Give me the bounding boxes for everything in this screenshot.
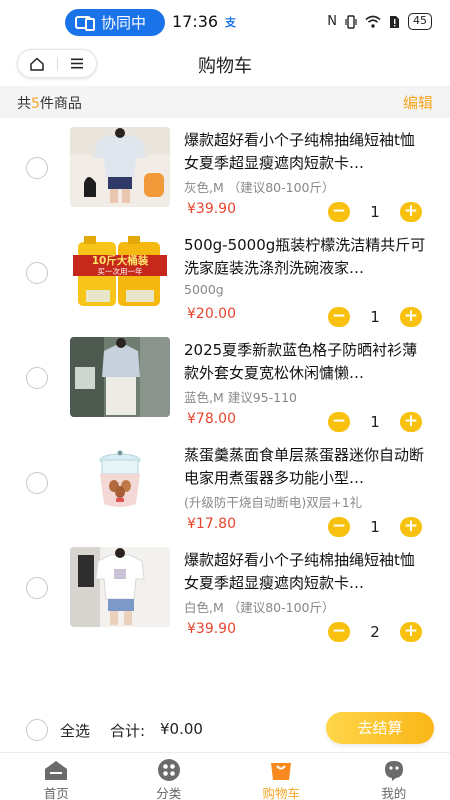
product-price: ¥17.80 xyxy=(187,516,236,532)
cart-item: 2025夏季新款蓝色格子防晒衬衫薄款外套女夏宽松休闲慵懒… 蓝色,M 建议95-… xyxy=(0,337,450,441)
quantity-value: 1 xyxy=(370,308,380,326)
sim-alert-icon xyxy=(390,15,399,28)
status-bar: 协同中 17:36 支 N 45 xyxy=(0,0,450,44)
nfc-icon: N xyxy=(327,14,337,29)
product-title[interactable]: 爆款超好看小个子纯棉抽绳短袖t恤女夏季超显瘦遮肉短款卡… xyxy=(184,129,429,175)
cart-icon xyxy=(271,763,292,780)
decrease-quantity-button[interactable]: − xyxy=(328,307,350,327)
decrease-quantity-button[interactable]: − xyxy=(328,202,350,222)
item-select-radio[interactable] xyxy=(26,577,48,599)
item-count-suffix: 件商品 xyxy=(39,96,82,112)
increase-quantity-button[interactable]: + xyxy=(400,622,422,642)
tab-label: 首页 xyxy=(43,786,69,800)
product-spec: 蓝色,M 建议95-110 xyxy=(184,390,298,405)
home-icon xyxy=(45,761,68,780)
product-image[interactable] xyxy=(70,337,170,417)
profile-icon xyxy=(384,761,403,781)
product-title[interactable]: 2025夏季新款蓝色格子防晒衬衫薄款外套女夏宽松休闲慵懒… xyxy=(184,339,429,385)
promo-banner-sub: 买一次用一年 xyxy=(97,267,143,276)
item-select-radio[interactable] xyxy=(26,367,48,389)
decrease-quantity-button[interactable]: − xyxy=(328,622,350,642)
product-price: ¥20.00 xyxy=(187,306,236,322)
item-select-radio[interactable] xyxy=(26,262,48,284)
product-image[interactable] xyxy=(70,127,170,207)
quantity-stepper: − 2 + xyxy=(328,622,422,642)
tab-label: 我的 xyxy=(381,786,407,800)
quantity-stepper: − 1 + xyxy=(328,517,422,537)
nav-header: 购物车 xyxy=(0,44,450,84)
bottom-tab-bar: 首页 分类 购物车 我的 xyxy=(0,752,450,800)
edit-button[interactable]: 编辑 xyxy=(403,92,433,113)
item-count-prefix: 共 xyxy=(17,96,31,112)
increase-quantity-button[interactable]: + xyxy=(400,307,422,327)
item-select-radio[interactable] xyxy=(26,157,48,179)
promo-banner-title: 10斤大桶装 xyxy=(91,255,149,267)
vibrate-icon xyxy=(345,14,357,29)
select-all-label[interactable]: 全选 xyxy=(60,720,90,741)
product-price: ¥78.00 xyxy=(187,411,236,427)
tab-category[interactable]: 分类 xyxy=(113,753,226,800)
product-spec: 白色,M （建议80-100斤） xyxy=(184,600,335,615)
checkout-bar: 全选 合计: ¥0.00 去结算 xyxy=(0,707,450,751)
quantity-value: 1 xyxy=(370,518,380,536)
alipay-badge-icon: 支 xyxy=(225,16,236,29)
item-count: 共5件商品 xyxy=(17,93,82,113)
quantity-value: 1 xyxy=(370,413,380,431)
promo-banner: 10斤大桶装 买一次用一年 xyxy=(73,255,167,276)
collab-status-pill[interactable]: 协同中 xyxy=(65,9,165,36)
product-image[interactable]: 10斤大桶装 买一次用一年 xyxy=(70,232,170,312)
product-price: ¥39.90 xyxy=(187,621,236,637)
total-label: 合计: xyxy=(110,722,146,740)
product-title[interactable]: 爆款超好看小个子纯棉抽绳短袖t恤女夏季超显瘦遮肉短款卡… xyxy=(184,549,429,595)
cart-item: 爆款超好看小个子纯棉抽绳短袖t恤女夏季超显瘦遮肉短款卡… 灰色,M （建议80-… xyxy=(0,127,450,231)
tab-home[interactable]: 首页 xyxy=(0,753,113,800)
cart-item: 10斤大桶装 买一次用一年 500g-5000g瓶装柠檬洗洁精共斤可洗家庭装洗涤… xyxy=(0,232,450,336)
tab-label: 购物车 xyxy=(262,786,300,800)
tab-profile[interactable]: 我的 xyxy=(338,753,450,800)
item-count-number: 5 xyxy=(31,96,40,112)
increase-quantity-button[interactable]: + xyxy=(400,412,422,432)
page-title: 购物车 xyxy=(198,56,252,77)
quantity-stepper: − 1 + xyxy=(328,307,422,327)
decrease-quantity-button[interactable]: − xyxy=(328,412,350,432)
category-icon xyxy=(157,759,180,781)
cart-item: 蒸蛋羹蒸面食单层蒸蛋器迷你自动断电家用煮蛋器多功能小型… (升级防干烧自动断电)… xyxy=(0,442,450,546)
quantity-value: 2 xyxy=(370,623,380,641)
increase-quantity-button[interactable]: + xyxy=(400,517,422,537)
tab-label: 分类 xyxy=(156,786,182,800)
quantity-stepper: − 1 + xyxy=(328,202,422,222)
cart-item: 爆款超好看小个子纯棉抽绳短袖t恤女夏季超显瘦遮肉短款卡… 白色,M （建议80-… xyxy=(0,547,450,651)
decrease-quantity-button[interactable]: − xyxy=(328,517,350,537)
item-select-radio[interactable] xyxy=(26,472,48,494)
total-value: ¥0.00 xyxy=(160,720,203,738)
product-title[interactable]: 500g-5000g瓶装柠檬洗洁精共斤可洗家庭装洗涤剂洗碗液家… xyxy=(184,234,429,280)
product-title[interactable]: 蒸蛋羹蒸面食单层蒸蛋器迷你自动断电家用煮蛋器多功能小型… xyxy=(184,444,429,490)
screen-share-icon xyxy=(75,16,95,31)
product-spec: 灰色,M （建议80-100斤） xyxy=(184,180,335,195)
product-image[interactable] xyxy=(70,442,170,522)
tab-cart[interactable]: 购物车 xyxy=(225,753,338,800)
quantity-value: 1 xyxy=(370,203,380,221)
product-spec: 5000g xyxy=(184,282,224,297)
checkout-button[interactable]: 去结算 xyxy=(326,712,434,744)
clock: 17:36 xyxy=(172,12,219,31)
quantity-stepper: − 1 + xyxy=(328,412,422,432)
system-icons: N 45 xyxy=(327,13,432,30)
select-all-radio[interactable] xyxy=(26,719,48,741)
product-spec: (升级防干烧自动断电)双层+1礼 xyxy=(184,495,363,510)
battery-icon: 45 xyxy=(408,13,432,30)
collab-label: 协同中 xyxy=(101,14,147,32)
product-image[interactable] xyxy=(70,547,170,627)
wifi-icon xyxy=(365,15,381,28)
cart-summary-row: 共5件商品 编辑 xyxy=(0,86,450,118)
product-price: ¥39.90 xyxy=(187,201,236,217)
increase-quantity-button[interactable]: + xyxy=(400,202,422,222)
